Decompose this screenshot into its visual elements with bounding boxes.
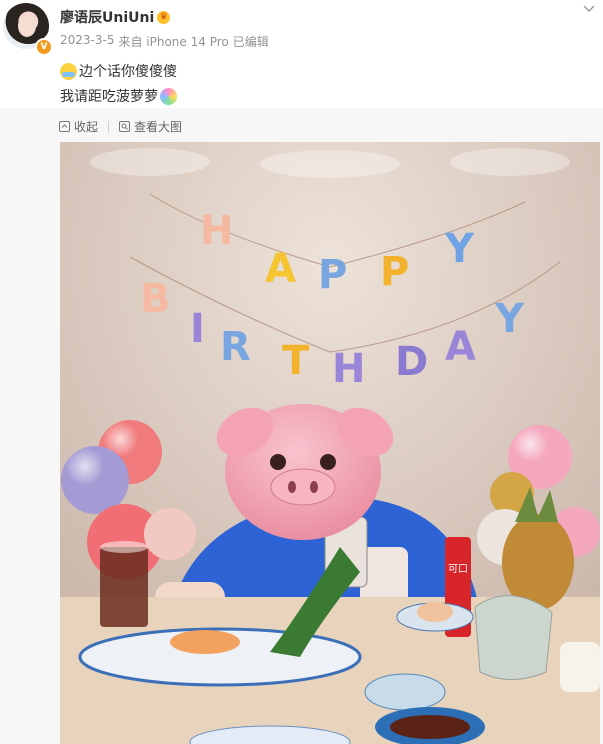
hug-rainbow-emoji-icon xyxy=(160,87,177,105)
verified-badge-icon: V xyxy=(35,38,53,56)
post-date[interactable]: 2023-3-5 xyxy=(60,33,114,50)
can-logo: 可口 xyxy=(448,564,468,575)
post-text-line-1: 边个话你傻傻傻 xyxy=(60,61,177,81)
photo-illustration: H A P P Y B I R T H D A Y 可口 xyxy=(60,142,600,744)
birthday-photo[interactable]: H A P P Y B I R T H D A Y 可口 xyxy=(60,142,600,744)
crown-icon: ♛ xyxy=(157,10,171,24)
media-toolbar: 收起 查看大图 xyxy=(59,118,182,135)
toolbar-divider xyxy=(108,120,110,133)
chevron-down-icon[interactable] xyxy=(582,2,596,14)
author-name[interactable]: 廖语辰UniUni xyxy=(60,7,154,27)
sweat-smile-emoji-icon xyxy=(60,62,77,80)
post-text-2: 我请距吃菠萝萝 xyxy=(60,89,158,105)
post-edited[interactable]: 已编辑 xyxy=(233,33,269,50)
post-source: 来自 iPhone 14 Pro xyxy=(118,35,229,49)
view-large-label: 查看大图 xyxy=(134,120,183,134)
view-large-button[interactable]: 查看大图 xyxy=(119,118,182,135)
post-text-1: 边个话你傻傻傻 xyxy=(79,64,177,80)
collapse-button[interactable]: 收起 xyxy=(59,118,98,135)
weibo-post: V 廖语辰UniUni ♛ 2023-3-5 来自 iPhone 14 Pro … xyxy=(0,0,603,744)
post-text-line-2: 我请距吃菠萝萝 xyxy=(60,86,177,106)
avatar-face xyxy=(18,15,36,37)
magnify-icon xyxy=(119,121,131,132)
collapse-icon xyxy=(59,121,70,132)
author-name-row: 廖语辰UniUni ♛ xyxy=(60,7,171,27)
post-meta: 2023-3-5 来自 iPhone 14 Pro 已编辑 xyxy=(60,33,269,50)
collapse-label: 收起 xyxy=(74,120,99,134)
